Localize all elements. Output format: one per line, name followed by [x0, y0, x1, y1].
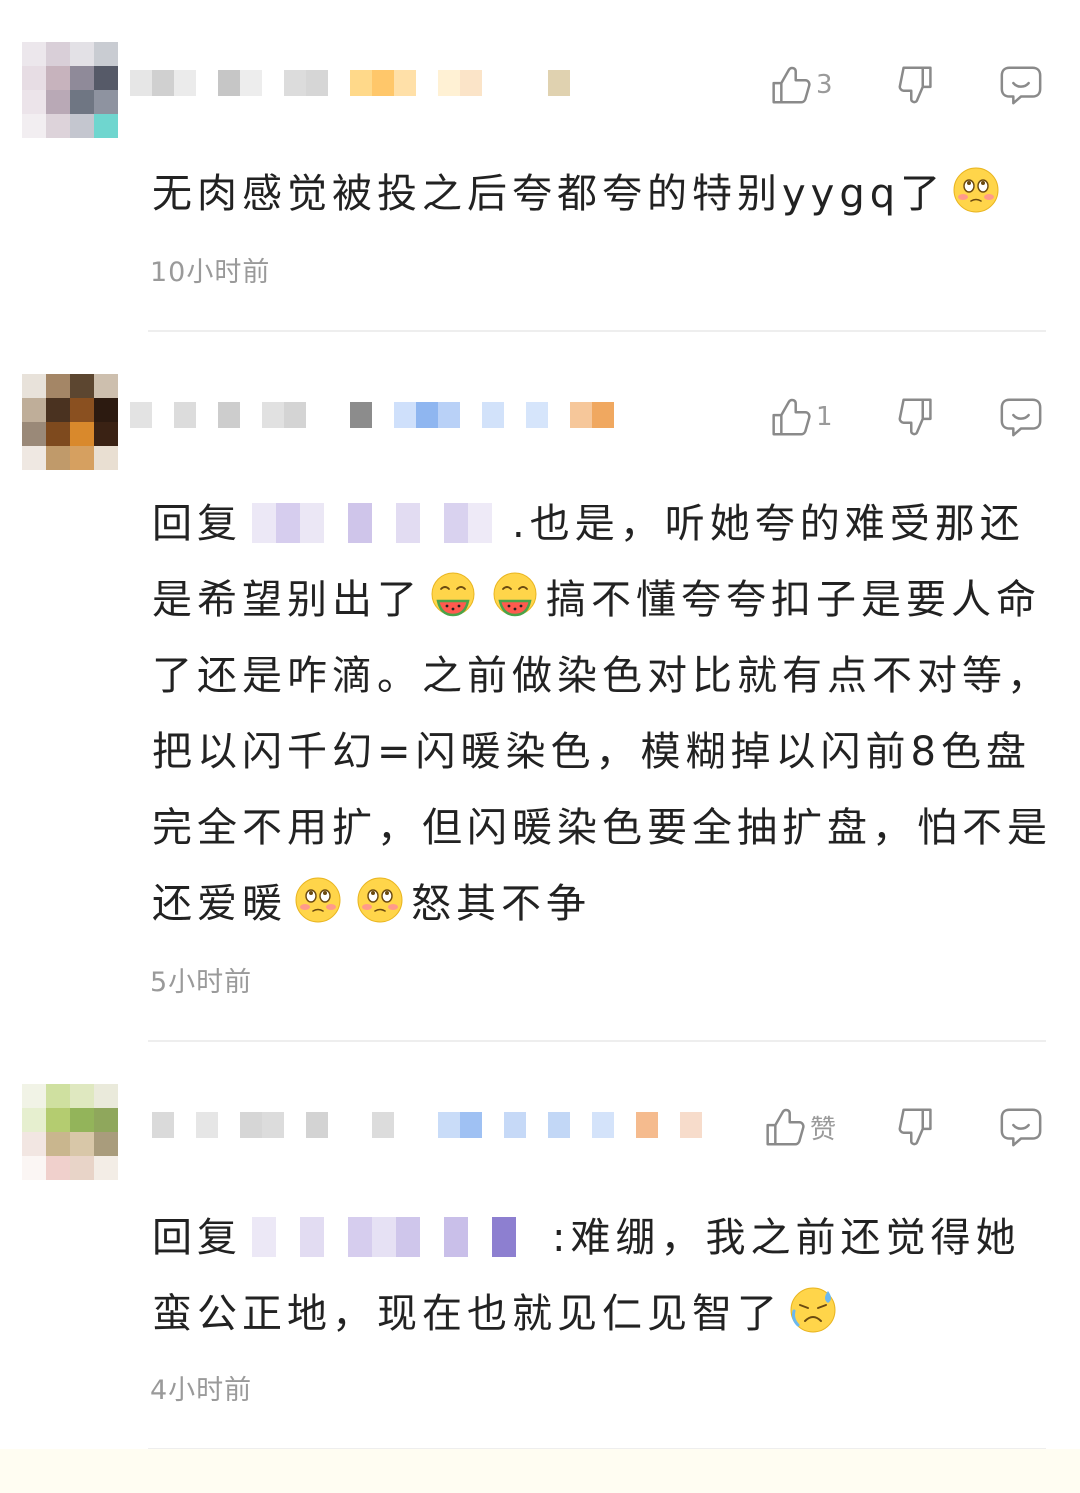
watermelon-face-emoji	[428, 571, 478, 621]
avatar[interactable]	[22, 1084, 122, 1184]
like-button[interactable]: 1	[766, 394, 836, 440]
mention-blurred[interactable]	[242, 1213, 552, 1259]
like-button[interactable]: 3	[766, 62, 836, 108]
comment-bubble-icon	[998, 1104, 1044, 1150]
thumb-down-icon	[894, 62, 940, 108]
thumb-up-icon	[766, 394, 812, 440]
thumb-up-icon	[760, 1104, 806, 1150]
like-count: 赞	[809, 1114, 836, 1145]
avatar[interactable]	[22, 42, 122, 142]
comment-text: 无肉感觉被投之后夸都夸的特别yygq了	[152, 156, 1052, 232]
dislike-button[interactable]	[894, 394, 940, 440]
dislike-button[interactable]	[894, 1104, 940, 1150]
username-blurred[interactable]	[130, 70, 610, 96]
comment-bubble-icon	[998, 62, 1044, 108]
comment-bubble-icon	[998, 394, 1044, 440]
reply-button[interactable]	[998, 394, 1044, 440]
like-count: 3	[816, 70, 833, 100]
watermelon-face-emoji	[490, 571, 540, 621]
thumb-down-icon	[894, 394, 940, 440]
action-bar: 3	[708, 62, 1044, 108]
comment-text: 回复 :难绷，我之前还觉得她蛮公正地，现在也就见仁见智了	[152, 1213, 1021, 1337]
dislike-button[interactable]	[894, 62, 940, 108]
shy-face-emoji	[951, 165, 1001, 215]
divider	[148, 1040, 1046, 1042]
divider	[148, 330, 1046, 332]
mention-blurred[interactable]	[242, 499, 512, 545]
like-button[interactable]: 赞	[760, 1104, 836, 1150]
shy-face-emoji	[355, 875, 405, 925]
timestamp: 5小时前	[150, 967, 253, 998]
action-bar: 赞	[702, 1104, 1044, 1150]
thumb-down-icon	[894, 1104, 940, 1150]
footer-band	[0, 1449, 1080, 1493]
sweat-face-emoji	[788, 1285, 838, 1335]
thumb-up-icon	[766, 62, 812, 108]
comment-text: 回复 .也是，听她夸的难受那还是希望别出了 搞不懂夸夸扣子是要人命了还是咋滴。之前…	[152, 499, 1052, 927]
username-blurred[interactable]	[130, 402, 630, 428]
username-blurred[interactable]	[130, 1112, 710, 1138]
reply-button[interactable]	[998, 1104, 1044, 1150]
action-bar: 1	[708, 394, 1044, 440]
reply-button[interactable]	[998, 62, 1044, 108]
timestamp: 4小时前	[150, 1375, 253, 1406]
shy-face-emoji	[293, 875, 343, 925]
avatar[interactable]	[22, 374, 122, 474]
like-count: 1	[816, 402, 833, 432]
timestamp: 10小时前	[150, 257, 271, 288]
